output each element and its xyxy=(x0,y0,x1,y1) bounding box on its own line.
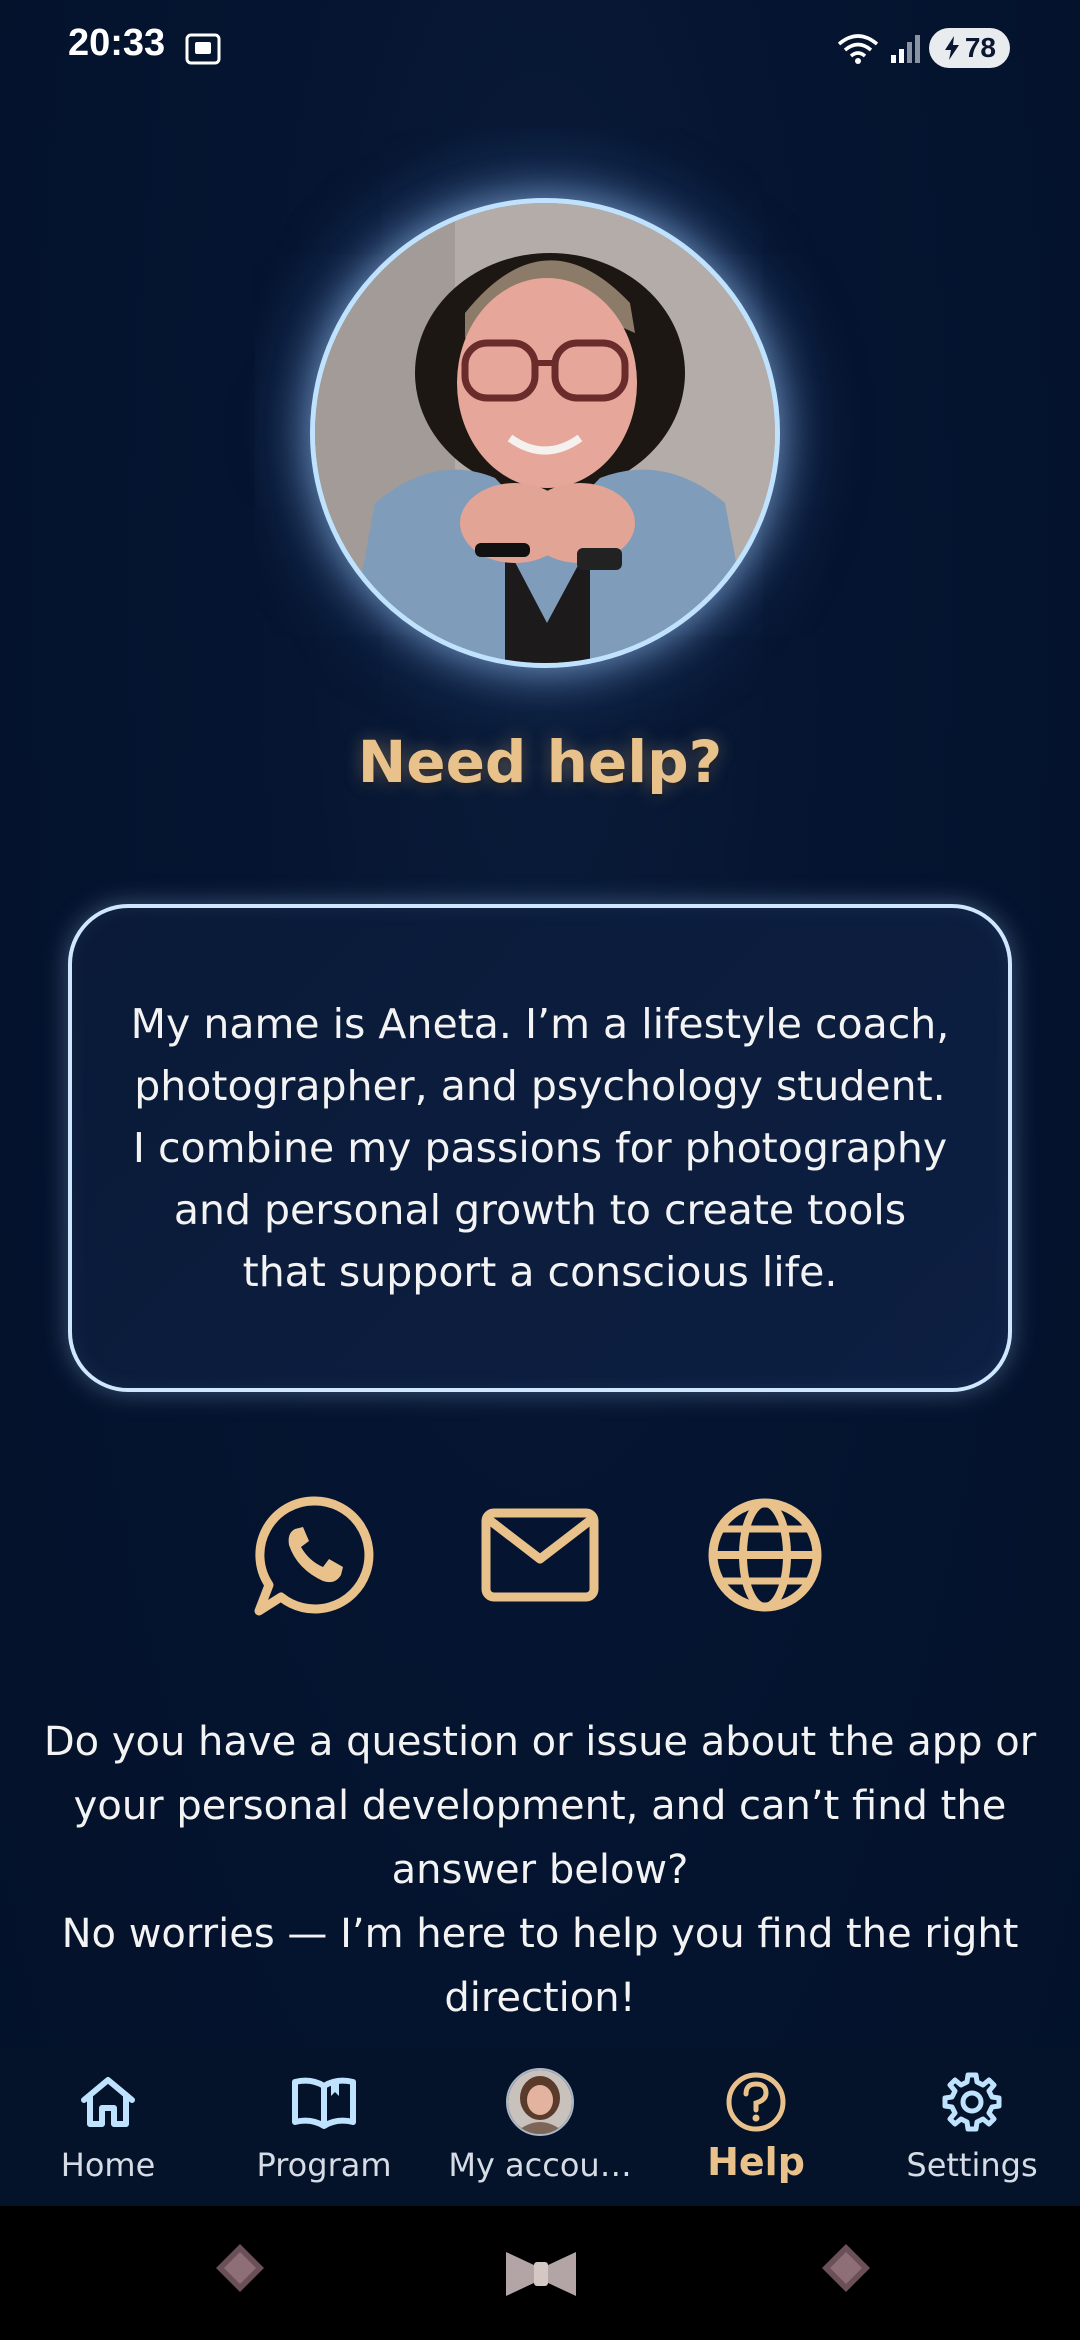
nav-item-program[interactable]: Program xyxy=(216,2048,432,2206)
status-icons: 78 xyxy=(835,26,1010,70)
contact-row xyxy=(0,1490,1080,1620)
bio-card: My name is Aneta. I’m a lifestyle coach,… xyxy=(68,904,1012,1392)
portrait-photo xyxy=(315,203,775,663)
nav-label-my-account: My accou… xyxy=(448,2146,632,2184)
nav-label-home: Home xyxy=(60,2146,156,2184)
nav-item-help[interactable]: Help xyxy=(648,2048,864,2206)
help-icon xyxy=(726,2072,786,2132)
wifi-icon xyxy=(837,34,878,64)
battery-level: 78 xyxy=(964,32,996,63)
home-bow-icon[interactable] xyxy=(502,2246,580,2302)
website-button[interactable] xyxy=(700,1490,830,1620)
nav-item-my-account[interactable]: My accou… xyxy=(432,2048,648,2206)
globe-icon xyxy=(708,1498,822,1612)
email-button[interactable] xyxy=(475,1490,605,1620)
bio-text: My name is Aneta. I’m a lifestyle coach,… xyxy=(130,1000,950,1296)
back-diamond-icon[interactable] xyxy=(212,2240,268,2296)
nav-item-home[interactable]: Home xyxy=(0,2048,216,2206)
battery-charging-icon xyxy=(944,36,959,60)
nav-item-settings[interactable]: Settings xyxy=(864,2048,1080,2206)
help-text-line-1: Do you have a question or issue about th… xyxy=(43,1719,1037,1893)
help-text-line-2: No worries — I’m here to help you find t… xyxy=(61,1911,1019,2021)
gear-icon xyxy=(942,2072,1002,2132)
help-screen: 20:33 78 Need help? My name is Aneta. I’… xyxy=(0,0,1080,2340)
battery-indicator: 78 xyxy=(928,28,1010,68)
home-icon xyxy=(81,2077,135,2127)
nav-label-program: Program xyxy=(256,2146,392,2184)
profile-photo xyxy=(310,198,780,668)
screenshot-icon xyxy=(185,33,221,65)
avatar-icon xyxy=(506,2068,574,2136)
status-time: 20:33 xyxy=(68,22,166,64)
help-description: Do you have a question or issue about th… xyxy=(40,1710,1040,2030)
book-icon xyxy=(292,2077,356,2129)
mail-icon xyxy=(481,1508,599,1602)
signal-icon xyxy=(890,35,920,63)
status-bar: 20:33 78 xyxy=(0,0,1080,100)
whatsapp-icon xyxy=(254,1496,374,1616)
nav-label-settings: Settings xyxy=(906,2146,1038,2184)
nav-label-help: Help xyxy=(707,2140,805,2184)
recents-diamond-icon[interactable] xyxy=(818,2240,874,2296)
bottom-nav: Home Program My accou… Help Settings xyxy=(0,2048,1080,2206)
page-title: Need help? xyxy=(357,728,723,796)
whatsapp-button[interactable] xyxy=(250,1490,380,1620)
system-nav-bar xyxy=(0,2206,1080,2340)
